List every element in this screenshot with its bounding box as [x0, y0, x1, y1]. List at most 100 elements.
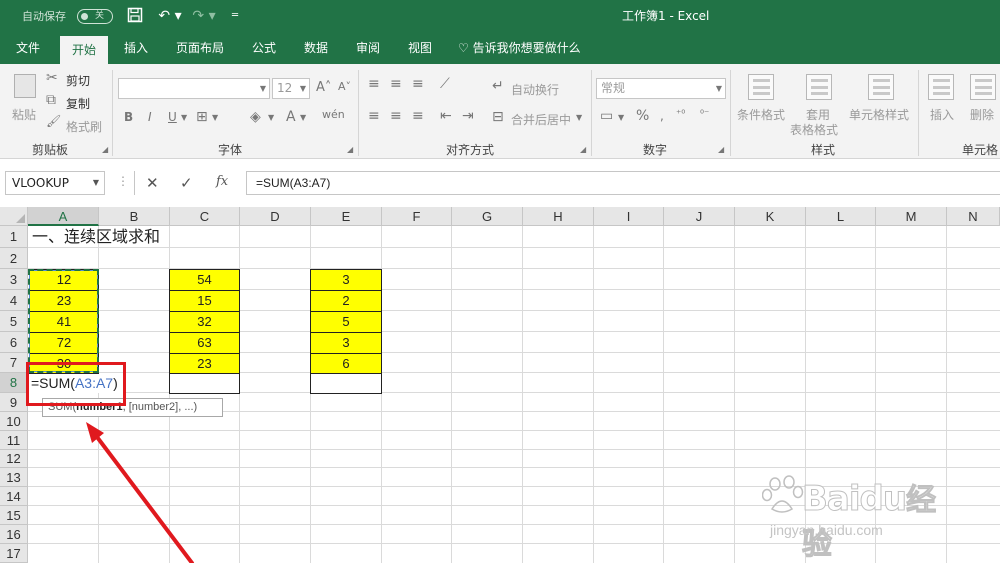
align-left-icon[interactable]: ≡: [368, 108, 380, 124]
formula-input[interactable]: =SUM(A3:A7): [246, 171, 1000, 195]
name-box[interactable]: VLOOKUP ▼: [5, 171, 105, 195]
shrink-font-icon[interactable]: A˅: [338, 80, 351, 93]
alignment-launcher-icon[interactable]: ◢: [580, 145, 586, 154]
column-header-e[interactable]: E: [311, 207, 382, 226]
grow-font-icon[interactable]: A˄: [316, 80, 331, 95]
format-painter-button[interactable]: 格式刷: [66, 118, 102, 135]
row-header-2[interactable]: 2: [0, 248, 28, 269]
cell-c8[interactable]: [169, 373, 240, 394]
row-header-3[interactable]: 3: [0, 269, 28, 290]
cell-styles-button[interactable]: 单元格样式: [849, 106, 909, 123]
row-header-16[interactable]: 16: [0, 525, 28, 544]
currency-icon[interactable]: ▭: [600, 108, 613, 124]
clipboard-launcher-icon[interactable]: ◢: [102, 145, 108, 154]
undo-icon[interactable]: ↶ ▾: [156, 7, 184, 25]
align-center-icon[interactable]: ≡: [390, 108, 402, 124]
align-right-icon[interactable]: ≡: [412, 108, 424, 124]
chevron-down-icon[interactable]: ▼: [300, 113, 306, 122]
row-header-8[interactable]: 8: [0, 373, 28, 393]
column-header-f[interactable]: F: [382, 207, 452, 226]
tab-view[interactable]: 视图: [398, 33, 442, 64]
number-launcher-icon[interactable]: ◢: [718, 145, 724, 154]
align-bottom-icon[interactable]: ≡: [412, 76, 424, 92]
insert-function-icon[interactable]: fx: [216, 174, 228, 189]
cancel-icon[interactable]: ✕: [146, 174, 159, 192]
customize-qat-icon[interactable]: ═: [226, 7, 244, 25]
font-size-combo[interactable]: 12 ▼: [272, 78, 310, 99]
align-middle-icon[interactable]: ≡: [390, 76, 402, 92]
decrease-decimal-icon[interactable]: ⁰⁻: [700, 109, 709, 120]
cell-a6[interactable]: 72: [29, 332, 99, 354]
row-header-15[interactable]: 15: [0, 506, 28, 525]
paste-button[interactable]: 粘贴: [12, 106, 36, 123]
cell-a3[interactable]: 12: [29, 269, 99, 291]
cell-c7[interactable]: 23: [169, 353, 240, 374]
cell-c5[interactable]: 32: [169, 311, 240, 333]
chevron-down-icon[interactable]: ▼: [576, 113, 582, 122]
cell-a4[interactable]: 23: [29, 290, 99, 312]
row-header-1[interactable]: 1: [0, 226, 28, 248]
tab-insert[interactable]: 插入: [114, 33, 158, 64]
copy-button[interactable]: 复制: [66, 95, 90, 112]
cell-c3[interactable]: 54: [169, 269, 240, 291]
tab-formulas[interactable]: 公式: [242, 33, 286, 64]
column-header-b[interactable]: B: [99, 207, 170, 226]
row-header-11[interactable]: 11: [0, 431, 28, 450]
wrap-text-button[interactable]: 自动换行: [511, 81, 559, 98]
row-header-17[interactable]: 17: [0, 544, 28, 563]
row-header-10[interactable]: 10: [0, 412, 28, 431]
delete-cells-button[interactable]: 删除: [970, 106, 994, 123]
column-header-a[interactable]: A: [28, 207, 99, 226]
enter-icon[interactable]: ✓: [180, 174, 193, 192]
cell-e3[interactable]: 3: [310, 269, 382, 291]
conditional-formatting-button[interactable]: 条件格式: [737, 106, 785, 123]
row-header-14[interactable]: 14: [0, 487, 28, 506]
cell-a7[interactable]: 30: [29, 353, 99, 374]
comma-icon[interactable]: ,: [660, 109, 664, 123]
column-header-d[interactable]: D: [240, 207, 311, 226]
chevron-down-icon[interactable]: ▼: [618, 113, 624, 122]
save-icon[interactable]: [126, 7, 144, 25]
row-header-4[interactable]: 4: [0, 290, 28, 311]
cell-a1-title[interactable]: 一、连续区域求和: [32, 227, 160, 247]
row-header-12[interactable]: 12: [0, 450, 28, 468]
bold-icon[interactable]: B: [124, 110, 133, 124]
cell-e8[interactable]: [310, 373, 382, 394]
tell-me-box[interactable]: ♡ 告诉我你想要做什么: [458, 33, 581, 64]
borders-icon[interactable]: ⊞: [196, 109, 208, 125]
tab-review[interactable]: 审阅: [346, 33, 390, 64]
column-header-l[interactable]: L: [806, 207, 876, 226]
italic-icon[interactable]: I: [148, 110, 152, 124]
cell-e5[interactable]: 5: [310, 311, 382, 333]
insert-cells-button[interactable]: 插入: [930, 106, 954, 123]
column-header-c[interactable]: C: [170, 207, 240, 226]
column-header-m[interactable]: M: [876, 207, 947, 226]
chevron-down-icon[interactable]: ▼: [268, 113, 274, 122]
underline-icon[interactable]: U: [168, 110, 177, 124]
paste-icon[interactable]: [14, 74, 36, 98]
select-all-corner[interactable]: [0, 207, 28, 226]
tab-home[interactable]: 开始: [60, 36, 108, 64]
increase-decimal-icon[interactable]: ⁺⁰: [676, 109, 685, 120]
font-name-combo[interactable]: ▼: [118, 78, 270, 99]
format-as-table-button-2[interactable]: 表格格式: [790, 121, 838, 138]
row-header-7[interactable]: 7: [0, 353, 28, 373]
number-format-combo[interactable]: 常规 ▼: [596, 78, 726, 99]
column-header-n[interactable]: N: [947, 207, 1000, 226]
increase-indent-icon[interactable]: ⇥: [462, 108, 474, 124]
cell-e4[interactable]: 2: [310, 290, 382, 312]
column-header-i[interactable]: I: [594, 207, 664, 226]
cell-e6[interactable]: 3: [310, 332, 382, 354]
cell-c4[interactable]: 15: [169, 290, 240, 312]
worksheet-grid[interactable]: A B C D E F G H I J K L M N 1 2 3 4 5 6 …: [0, 207, 1000, 563]
orientation-icon[interactable]: ⟋: [440, 76, 450, 92]
align-top-icon[interactable]: ≡: [368, 76, 380, 92]
autosave-toggle[interactable]: 关: [77, 9, 113, 24]
column-header-g[interactable]: G: [452, 207, 523, 226]
column-header-j[interactable]: J: [664, 207, 735, 226]
font-launcher-icon[interactable]: ◢: [347, 145, 353, 154]
redo-icon[interactable]: ↷ ▾: [190, 7, 218, 25]
phonetic-icon[interactable]: wén: [322, 108, 345, 121]
function-tooltip[interactable]: SUM(number1, [number2], ...): [42, 398, 223, 417]
cut-button[interactable]: 剪切: [66, 72, 90, 89]
